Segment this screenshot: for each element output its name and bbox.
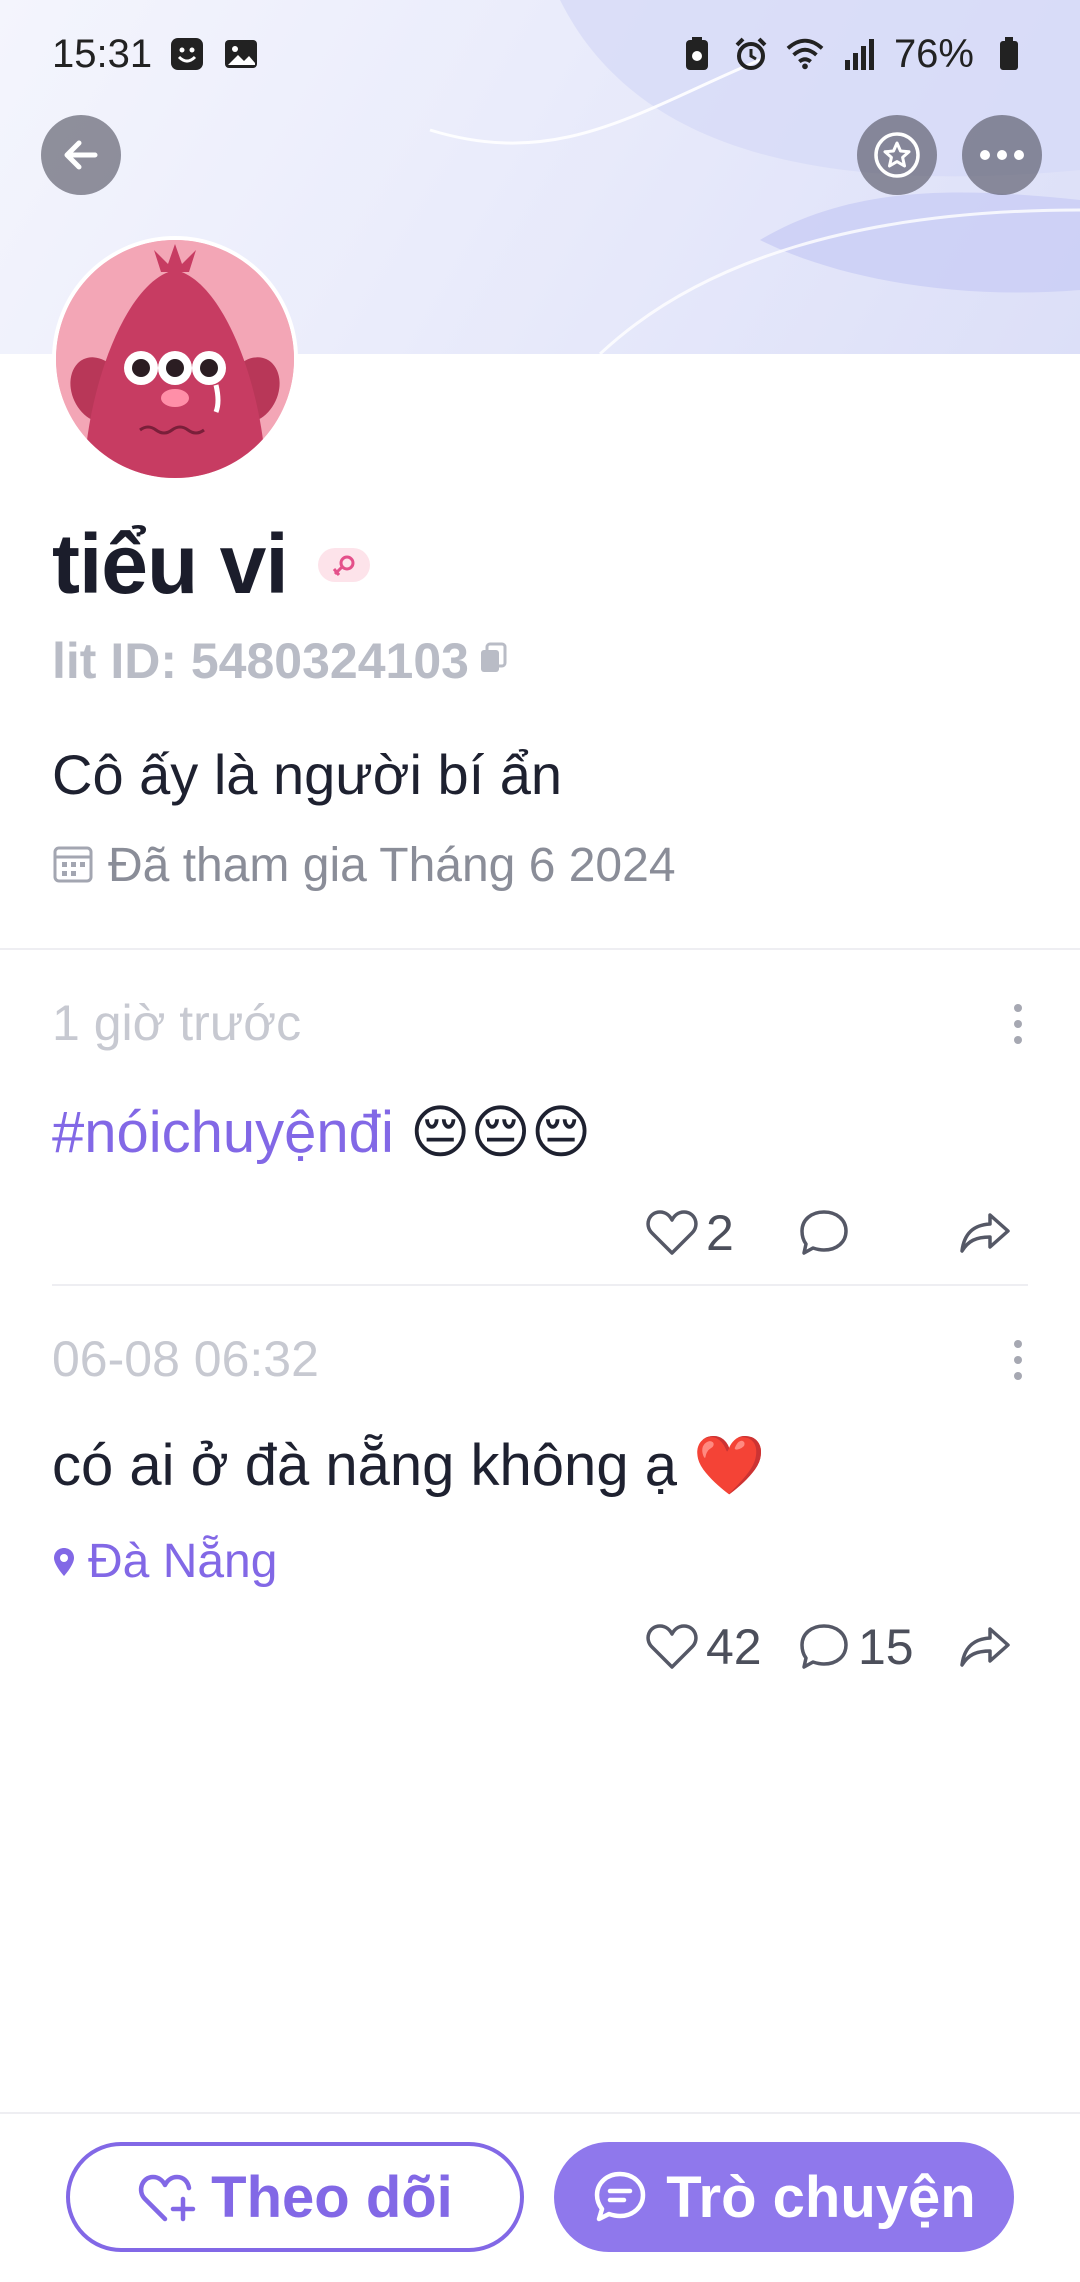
bottom-action-bar: Theo dõi Trò chuyện xyxy=(0,2112,1080,2282)
chat-button[interactable]: Trò chuyện xyxy=(554,2142,1014,2252)
profile-name: tiểu vi xyxy=(52,517,289,611)
heart-plus-icon xyxy=(139,2174,196,2222)
more-options-button[interactable] xyxy=(962,115,1042,195)
avatar[interactable] xyxy=(52,236,298,482)
star-icon xyxy=(874,132,920,178)
comment-button[interactable]: 15 xyxy=(798,1612,914,1682)
post-actions: 2 xyxy=(0,1198,1080,1268)
share-button[interactable] xyxy=(958,1198,1012,1268)
joined-row: Đã tham gia Tháng 6 2024 xyxy=(52,838,676,893)
follow-label: Theo dõi xyxy=(211,2164,453,2230)
arrow-left-icon xyxy=(64,140,98,170)
comment-icon xyxy=(800,1210,848,1255)
post-text: #nóichuyệnđi 😔😔😔 xyxy=(52,1098,591,1166)
heart-icon xyxy=(646,1624,698,1669)
joined-date: Đã tham gia Tháng 6 2024 xyxy=(108,839,676,892)
back-button[interactable] xyxy=(41,115,121,195)
comment-icon xyxy=(800,1624,848,1669)
favorite-button[interactable] xyxy=(857,115,937,195)
like-count: 42 xyxy=(706,1619,762,1675)
post-divider xyxy=(52,1284,1028,1286)
post-location[interactable]: Đà Nẵng xyxy=(52,1534,277,1589)
location-pin-icon xyxy=(54,1547,74,1576)
post-time: 1 giờ trước xyxy=(52,995,302,1051)
smiley-notification-icon xyxy=(168,35,206,73)
like-count: 2 xyxy=(706,1205,734,1261)
like-button[interactable]: 42 xyxy=(646,1612,762,1682)
battery-percent: 76% xyxy=(893,31,974,76)
battery-saver-icon xyxy=(678,35,716,73)
alarm-icon xyxy=(732,35,770,73)
comment-count: 15 xyxy=(858,1619,914,1675)
comment-button[interactable] xyxy=(798,1198,858,1268)
chat-label: Trò chuyện xyxy=(666,2164,976,2230)
location-label: Đà Nẵng xyxy=(88,1535,278,1588)
status-bar: 15:31 76% xyxy=(0,0,1080,108)
copy-icon[interactable] xyxy=(479,642,507,681)
post-more-icon[interactable] xyxy=(1008,1340,1028,1380)
signal-icon xyxy=(840,35,878,73)
battery-icon xyxy=(990,35,1028,73)
heart-icon xyxy=(646,1210,698,1255)
post-text-body: 😔😔😔 xyxy=(393,1100,592,1165)
post-hashtag[interactable]: #nóichuyệnđi xyxy=(52,1100,394,1165)
post-time: 06-08 06:32 xyxy=(52,1331,319,1387)
share-icon xyxy=(960,1213,1010,1253)
share-icon xyxy=(960,1627,1010,1667)
calendar-icon xyxy=(52,842,94,889)
lit-id-row: lit ID: 5480324103 xyxy=(52,632,507,690)
like-button[interactable]: 2 xyxy=(646,1198,734,1268)
post-text: có ai ở đà nẵng không ạ ❤️ xyxy=(52,1433,766,1498)
status-time: 15:31 xyxy=(52,31,153,76)
share-button[interactable] xyxy=(958,1612,1012,1682)
section-divider xyxy=(0,948,1080,950)
post-actions: 42 15 xyxy=(0,1612,1080,1682)
follow-button[interactable]: Theo dõi xyxy=(66,2142,524,2252)
name-row: tiểu vi xyxy=(52,516,370,613)
more-horizontal-icon xyxy=(980,150,1024,160)
monster-avatar-image xyxy=(56,240,294,478)
wifi-icon xyxy=(786,35,824,73)
image-notification-icon xyxy=(222,35,260,73)
profile-bio: Cô ấy là người bí ẩn xyxy=(52,743,563,806)
chat-icon xyxy=(595,2171,646,2222)
female-gender-icon xyxy=(317,547,370,582)
lit-id: lit ID: 5480324103 xyxy=(52,633,469,689)
post-more-icon[interactable] xyxy=(1008,1004,1028,1044)
